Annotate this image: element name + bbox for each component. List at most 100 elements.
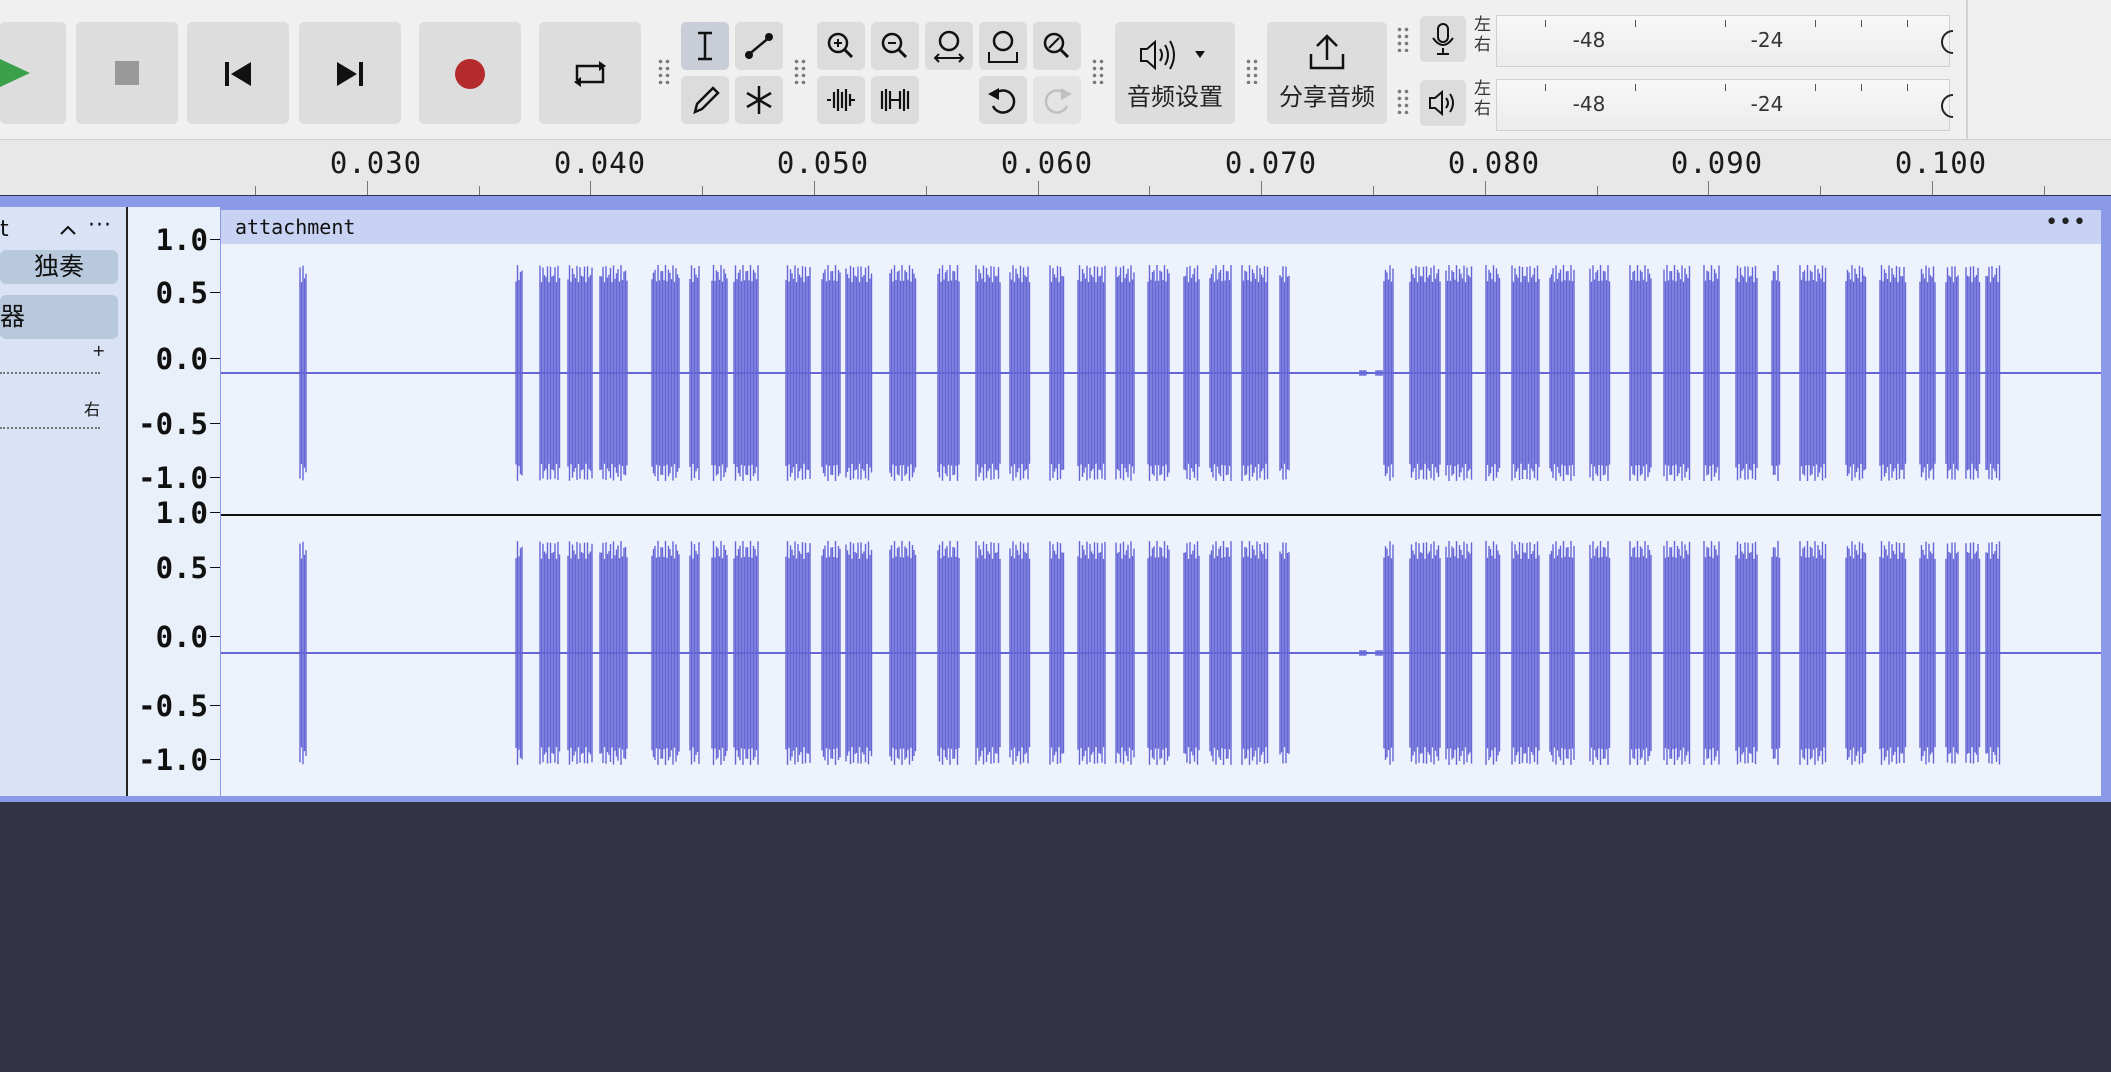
ruler-tick [1820, 186, 1822, 195]
ruler-tick [1149, 186, 1151, 195]
selection-tool-button[interactable] [681, 22, 729, 70]
gain-slider[interactable] [0, 364, 100, 374]
undo-button[interactable] [979, 76, 1027, 124]
amplitude-label: 0.5 [155, 276, 208, 310]
track-name[interactable]: t [0, 217, 9, 242]
envelope-tool-button[interactable] [735, 22, 783, 70]
silence-icon [880, 89, 910, 111]
fit-selection-button[interactable] [925, 22, 973, 70]
amplitude-label: 0.0 [155, 620, 208, 654]
trim-icon [827, 89, 855, 111]
ruler-tick [1373, 186, 1374, 195]
multi-tool-button[interactable] [735, 76, 783, 124]
pan-right-label: 右 [84, 400, 101, 419]
amplitude-label: -0.5 [138, 407, 208, 441]
skip-to-start-button[interactable] [187, 22, 289, 124]
toolbar-grip[interactable] [793, 58, 807, 84]
amplitude-tick [210, 239, 220, 240]
record-meter-channels: 左 右 [1474, 15, 1491, 55]
waveform-channel-right[interactable] [221, 516, 2101, 796]
playback-meter-button[interactable] [1420, 80, 1466, 126]
meter-label: -48 [1572, 28, 1606, 52]
ruler-tick [1037, 181, 1039, 195]
draw-tool-icon [693, 86, 720, 115]
amplitude-tick [210, 759, 220, 760]
fit-project-button[interactable] [979, 22, 1027, 70]
clip-menu-icon[interactable]: ••• [2045, 210, 2087, 235]
draw-tool-button[interactable] [681, 76, 729, 124]
left-channel-label: 左 [1474, 79, 1491, 99]
meter-end-icon [1941, 94, 1954, 118]
amplitude-label: -1.0 [138, 743, 208, 777]
gain-plus-label: + [92, 341, 106, 360]
toolbar-grip[interactable] [1396, 26, 1410, 52]
ruler-label: 0.040 [553, 146, 647, 180]
amplitude-tick [210, 636, 220, 637]
amplitude-label: 1.0 [155, 223, 208, 257]
track-menu-icon[interactable]: ··· [88, 213, 112, 238]
record-meter-button[interactable] [1420, 16, 1466, 62]
toolbar-grip[interactable] [1245, 58, 1259, 84]
left-channel-label: 左 [1474, 15, 1491, 35]
ruler-tick [478, 186, 480, 195]
toolbar-grip[interactable] [1091, 58, 1105, 84]
ruler-tick [1261, 181, 1263, 195]
zoom-toggle-button[interactable] [1033, 22, 1081, 70]
ruler-label: 0.050 [776, 146, 870, 180]
zoom-in-button[interactable] [817, 22, 865, 70]
silence-audio-button[interactable] [871, 76, 919, 124]
toolbar-grip[interactable] [657, 58, 671, 84]
ruler-tick [1932, 181, 1933, 195]
audio-settings-button[interactable]: 音频设置 [1115, 22, 1235, 124]
zoom-toggle-icon [1043, 32, 1070, 59]
play-button[interactable] [0, 22, 66, 124]
ruler-tick [925, 186, 927, 195]
stop-icon [115, 61, 139, 85]
pan-slider[interactable] [0, 419, 100, 429]
ruler-tick [590, 181, 592, 195]
ruler-tick [2043, 186, 2045, 195]
meter-label: -24 [1750, 92, 1784, 116]
right-channel-label: 右 [1474, 35, 1491, 55]
right-channel-label: 右 [1474, 99, 1491, 119]
fit-project-icon [988, 30, 1018, 63]
envelope-tool-icon [745, 33, 773, 59]
loop-button[interactable] [539, 22, 641, 124]
zoom-out-button[interactable] [871, 22, 919, 70]
share-audio-button[interactable]: 分享音频 [1267, 22, 1387, 124]
record-button[interactable] [419, 22, 521, 124]
skip-to-end-button[interactable] [299, 22, 401, 124]
track-control-panel[interactable]: t ··· 独奏 器 + 右 [0, 207, 128, 796]
play-icon [0, 59, 30, 87]
playback-meter-channels: 左 右 [1474, 79, 1491, 119]
ruler-label: 0.090 [1670, 146, 1764, 180]
record-meter[interactable]: -48 -24 [1496, 15, 1954, 67]
ruler-label: 0.080 [1447, 146, 1541, 180]
undo-icon [988, 88, 1016, 114]
loop-icon [574, 61, 606, 87]
amplitude-label: 0.0 [155, 342, 208, 376]
toolbar-grip[interactable] [1396, 88, 1410, 114]
microphone-icon [1432, 23, 1454, 55]
ruler-tick [1596, 186, 1598, 195]
solo-button[interactable]: 独奏 [0, 250, 118, 284]
redo-button[interactable] [1033, 76, 1081, 124]
amplitude-ruler[interactable]: 1.0 0.5 0.0 -0.5 -1.0 1.0 0.5 0.0 -0.5 -1.0 [128, 207, 220, 796]
timeline-ruler[interactable]: 0.030 0.040 0.050 0.060 0.070 0.080 0.090 0.100 [0, 139, 2111, 195]
ruler-label: 0.070 [1224, 146, 1318, 180]
clip-header[interactable]: attachment ••• [221, 210, 2101, 244]
waveform-channel-left[interactable] [221, 244, 2101, 514]
playback-meter[interactable]: -48 -24 [1496, 79, 1954, 131]
collapse-icon[interactable] [58, 221, 78, 241]
stop-button[interactable] [76, 22, 178, 124]
amplitude-tick [210, 423, 220, 424]
speaker-icon [1140, 39, 1205, 71]
record-icon [455, 59, 485, 89]
ruler-tick [814, 181, 815, 195]
ruler-label: 0.060 [1000, 146, 1094, 180]
effects-button[interactable]: 器 [0, 295, 118, 339]
fit-selection-icon [933, 30, 965, 63]
clip-name[interactable]: attachment [235, 215, 355, 239]
audio-settings-label: 音频设置 [1127, 83, 1223, 111]
trim-audio-button[interactable] [817, 76, 865, 124]
